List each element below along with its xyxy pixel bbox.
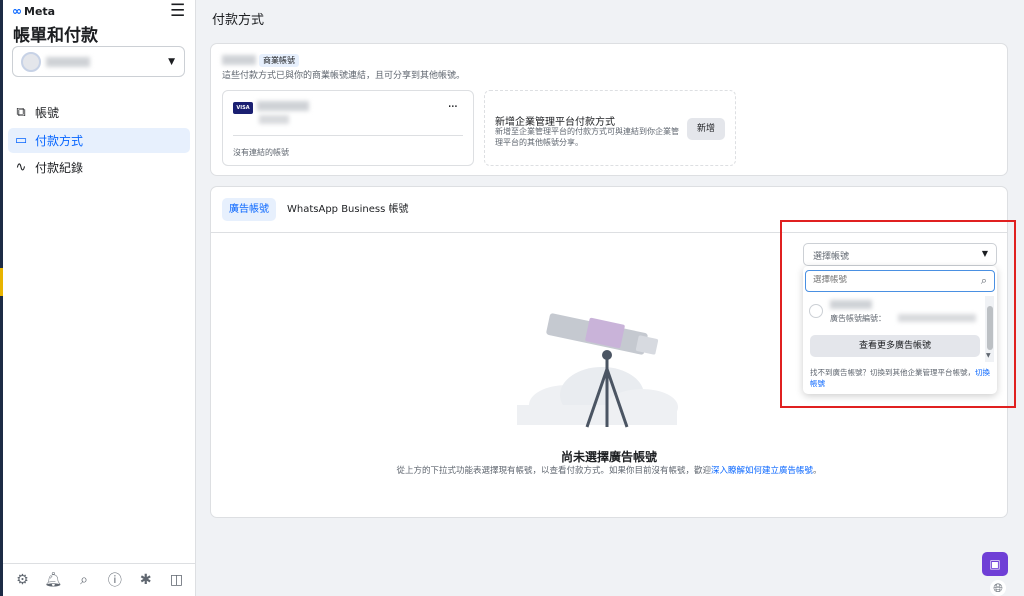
linked-accounts-note: 沒有連結的帳號 <box>233 148 289 157</box>
panel-toggle-icon[interactable]: ◫ <box>168 572 186 588</box>
chat-support-button[interactable]: ▣ <box>982 552 1008 576</box>
meta-infinity-icon: ∞ <box>12 4 22 18</box>
tab-whatsapp-business[interactable]: WhatsApp Business 帳號 <box>280 198 415 221</box>
add-method-description: 新增至企業管理平台的付款方式可與連結到你企業管理平台的其他帳號分享。 <box>495 127 679 147</box>
avatar <box>21 52 41 72</box>
visa-card-icon: VISA <box>233 102 253 114</box>
business-payment-card: 商業帳號 這些付款方式已與你的商業帳號連結，且可分享到其他帳號。 VISA ··… <box>210 43 1008 176</box>
gear-icon[interactable]: ⚙ <box>13 572 31 588</box>
sidebar-item-accounts[interactable]: ⧉ 帳號 <box>8 100 190 125</box>
search-icon[interactable]: ⌕ <box>75 572 93 588</box>
credit-card-icon: ▭ <box>14 133 28 148</box>
sidebar-title: 帳單和付款 <box>13 26 98 46</box>
more-options-button[interactable]: ··· <box>448 100 458 115</box>
help-icon[interactable]: ⓘ <box>106 570 124 590</box>
card-name-redacted <box>257 101 309 111</box>
card-number-redacted <box>259 115 289 124</box>
divider <box>233 135 463 136</box>
telescope-illustration <box>517 313 678 428</box>
sidebar-bottom-toolbar: ⚙ 🔔︎ ⌕ ⓘ ✱ ◫ <box>3 563 196 596</box>
tab-ad-accounts[interactable]: 廣告帳號 <box>222 198 276 221</box>
account-name-redacted <box>46 57 90 67</box>
page-title: 付款方式 <box>212 13 265 28</box>
activity-icon: ∿ <box>15 160 27 175</box>
sidebar: ∞ Meta ☰ 帳單和付款 ▼ ⧉ 帳號 ▭ 付款方式 ∿ 付款紀錄 ⚙ 🔔︎… <box>3 0 196 596</box>
menu-icon[interactable]: ☰ <box>170 3 185 20</box>
business-name-redacted <box>222 55 256 65</box>
bell-icon[interactable]: 🔔︎ <box>44 572 62 588</box>
payment-method-tile: VISA ··· 沒有連結的帳號 <box>222 90 474 166</box>
bug-icon[interactable]: ✱ <box>137 572 155 588</box>
add-payment-method-tile: 新增企業管理平台付款方式 新增至企業管理平台的付款方式可與連結到你企業管理平台的… <box>484 90 736 166</box>
caret-down-icon: ▼ <box>168 57 175 67</box>
chat-icon: ▣ <box>989 557 1001 571</box>
account-selector[interactable]: ▼ <box>12 46 185 77</box>
add-button[interactable]: 新增 <box>687 118 725 140</box>
meta-logo[interactable]: ∞ Meta <box>12 4 55 18</box>
business-badge: 商業帳號 <box>259 54 299 67</box>
sidebar-item-payment-history[interactable]: ∿ 付款紀錄 <box>8 155 190 180</box>
empty-state-title: 尚未選擇廣告帳號 <box>560 450 657 464</box>
sidebar-item-payment-methods[interactable]: ▭ 付款方式 <box>8 128 190 153</box>
highlight-box <box>780 220 1016 408</box>
globe-icon[interactable]: 🌐︎ <box>990 580 1006 596</box>
accounts-icon: ⧉ <box>16 105 26 120</box>
empty-state-description: 從上方的下拉式功能表選擇現有帳號，以查看付款方式。如果你目前沒有帳號，歡迎深入瞭… <box>396 466 822 476</box>
learn-create-ad-account-link[interactable]: 深入瞭解如何建立廣告帳號 <box>711 466 813 476</box>
business-description: 這些付款方式已與你的商業帳號連結，且可分享到其他帳號。 <box>222 71 466 81</box>
